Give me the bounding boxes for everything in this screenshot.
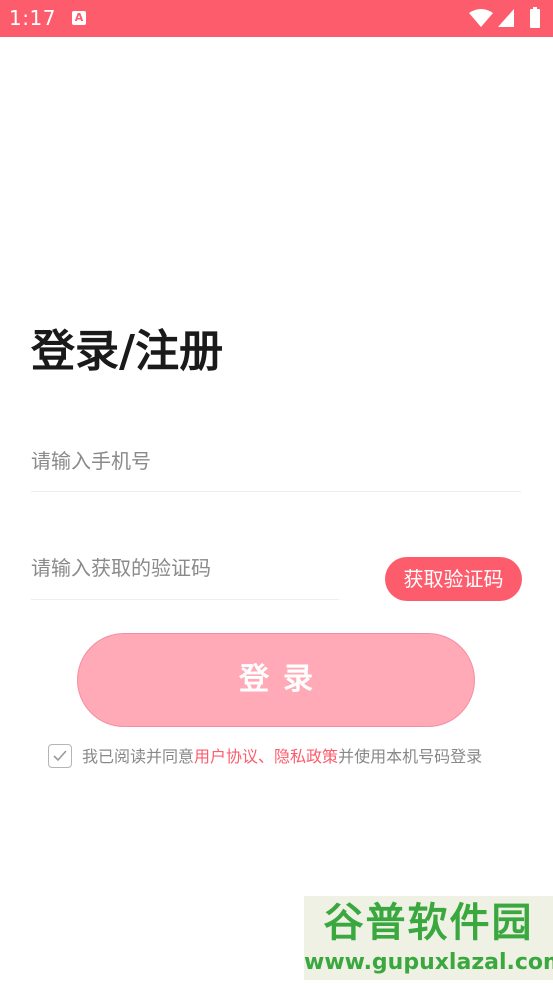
privacy-policy-link[interactable]: 隐私政策 bbox=[274, 747, 338, 766]
site-watermark: 谷普软件园 www.gupuxlazal.com bbox=[304, 896, 553, 980]
wifi-icon bbox=[469, 9, 493, 27]
app-notification-icon: A bbox=[72, 11, 86, 25]
agreement-checkbox[interactable] bbox=[48, 744, 72, 768]
checkmark-icon bbox=[53, 750, 67, 762]
page-title: 登录/注册 bbox=[31, 326, 224, 377]
agreement-suffix: 并使用本机号码登录 bbox=[338, 747, 483, 766]
status-bar: 1:17 A bbox=[0, 0, 553, 37]
user-agreement-link[interactable]: 用户协议 bbox=[194, 747, 258, 766]
agreement-prefix: 我已阅读并同意 bbox=[82, 747, 195, 766]
status-time: 1:17 bbox=[9, 6, 56, 30]
login-button[interactable]: 登录 bbox=[77, 633, 475, 727]
battery-icon bbox=[530, 7, 540, 28]
phone-number-input[interactable] bbox=[31, 430, 521, 492]
watermark-url: www.gupuxlazal.com bbox=[304, 950, 553, 975]
agreement-text: 我已阅读并同意用户协议、隐私政策并使用本机号码登录 bbox=[82, 747, 482, 767]
verification-code-input[interactable] bbox=[31, 537, 339, 600]
watermark-title: 谷普软件园 bbox=[323, 900, 534, 946]
agreement-separator: 、 bbox=[258, 747, 275, 766]
signal-icon bbox=[498, 9, 514, 27]
get-verification-code-button[interactable]: 获取验证码 bbox=[385, 557, 522, 601]
